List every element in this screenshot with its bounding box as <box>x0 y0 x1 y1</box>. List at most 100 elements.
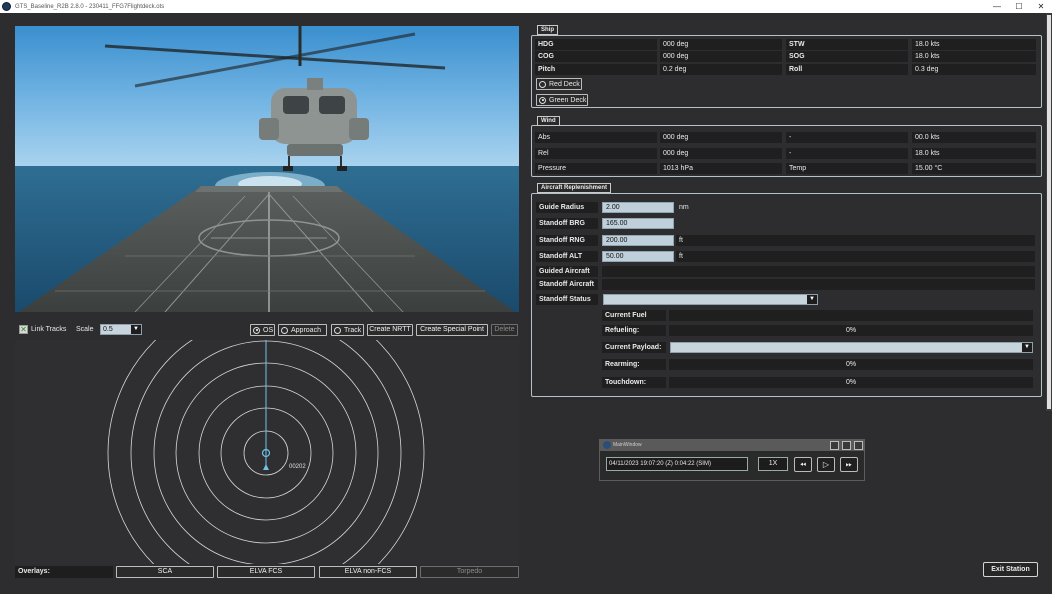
delete-button[interactable]: Delete <box>491 324 518 336</box>
ship-roll-value: 0.3 deg <box>912 64 1036 75</box>
rewind-button[interactable]: ⏪︎ <box>794 457 812 472</box>
overlay-sca-button[interactable]: SCA <box>116 566 214 578</box>
green-deck-label: Green Deck <box>549 96 587 104</box>
close-button[interactable] <box>854 441 863 450</box>
temp-label: Temp <box>786 163 908 174</box>
standoff-alt-unit: ft <box>676 251 1035 262</box>
playback-titlebar[interactable]: MainWindow <box>600 440 864 451</box>
play-button[interactable]: ▷ <box>817 457 835 472</box>
fast-forward-icon: ⏩︎ <box>845 460 853 469</box>
standoff-rng-input[interactable]: 200.00 <box>602 235 674 246</box>
current-fuel-label: Current Fuel <box>602 310 666 321</box>
guide-radius-input[interactable]: 2.00 <box>602 202 674 213</box>
aircraft-replenishment-title: Aircraft Replenishment <box>537 183 612 193</box>
ship-sog-value: 18.0 kts <box>912 51 1036 62</box>
chevron-down-icon: ▼ <box>1022 343 1032 352</box>
ship-stw-value: 18.0 kts <box>912 39 1036 50</box>
chevron-down-icon: ▼ <box>807 295 817 304</box>
scrollbar[interactable] <box>1046 13 1052 411</box>
fast-forward-button[interactable]: ⏩︎ <box>840 457 858 472</box>
playback-window: MainWindow 04/11/2023 19:07:20 (Z) 0:04:… <box>599 439 865 481</box>
radar-display[interactable]: 00202 <box>15 340 519 564</box>
red-deck-label: Red Deck <box>549 80 580 88</box>
pressure-label: Pressure <box>535 163 657 174</box>
wind-panel-title: Wind <box>537 116 560 126</box>
simulation-timestamp: 04/11/2023 19:07:20 (Z) 0:04:22 (SIM) <box>606 457 748 471</box>
track-radio[interactable]: Track <box>331 324 364 336</box>
standoff-alt-input[interactable]: 50.00 <box>602 251 674 262</box>
touchdown-label: Touchdown: <box>602 377 666 388</box>
ship-panel-title: Ship <box>537 25 558 35</box>
scale-select[interactable]: 0.5 ▼ <box>100 324 142 335</box>
touchdown-progress: 0% <box>669 377 1033 388</box>
overlay-elva-fcs-button[interactable]: ELVA FCS <box>217 566 315 578</box>
app-icon <box>603 441 611 449</box>
guided-aircraft-value <box>602 266 1035 277</box>
flight-deck-3d-view[interactable] <box>15 26 519 312</box>
ship-cog-value: 000 deg <box>660 51 782 62</box>
radio-icon <box>334 326 341 334</box>
red-deck-radio[interactable]: Red Deck <box>536 78 582 90</box>
ship-hdg-label: HDG <box>535 39 657 50</box>
playback-window-title: MainWindow <box>613 442 642 448</box>
wind-rel-direction: 000 deg <box>660 148 782 159</box>
playback-speed[interactable]: 1X <box>758 457 788 471</box>
rearming-progress: 0% <box>669 359 1033 370</box>
chevron-down-icon: ▼ <box>131 325 141 334</box>
standoff-brg-input[interactable]: 165.00 <box>602 218 674 229</box>
wind-abs-speed: 00.0 kts <box>912 132 1036 143</box>
ship-pitch-label: Pitch <box>535 64 657 75</box>
play-icon: ▷ <box>822 460 830 469</box>
app-icon <box>2 2 11 11</box>
link-tracks-checkbox[interactable]: ✕ <box>19 324 28 335</box>
aircraft-icon <box>263 464 269 470</box>
wind-rel-speed: 18.0 kts <box>912 148 1036 159</box>
standoff-rng-unit: ft <box>676 235 1035 246</box>
pressure-value: 1013 hPa <box>660 163 782 174</box>
standoff-aircraft-label: Standoff Aircraft <box>536 279 598 290</box>
rearming-label: Rearming: <box>602 359 666 370</box>
standoff-rng-label: Standoff RNG <box>536 235 598 246</box>
approach-radio[interactable]: Approach <box>278 324 327 336</box>
guided-aircraft-label: Guided Aircraft <box>536 266 598 277</box>
create-nrtt-button[interactable]: Create NRTT <box>367 324 413 336</box>
wind-abs-label: Abs <box>535 132 657 143</box>
ship-stw-label: STW <box>786 39 908 50</box>
exit-station-button[interactable]: Exit Station <box>983 562 1038 577</box>
contact-label: 00202 <box>289 464 306 470</box>
guide-radius-label: Guide Radius <box>536 202 598 213</box>
ship-hdg-value: 000 deg <box>660 39 782 50</box>
refueling-progress: 0% <box>669 325 1033 336</box>
minimize-button[interactable] <box>830 441 839 450</box>
os-label: OS <box>263 326 274 334</box>
ship-sog-label: SOG <box>786 51 908 62</box>
standoff-aircraft-value <box>602 279 1035 290</box>
os-radio[interactable]: OS <box>250 324 275 336</box>
overlays-label: Overlays: <box>15 566 113 578</box>
maximize-button[interactable]: ☐ <box>1008 2 1030 11</box>
standoff-alt-label: Standoff ALT <box>536 251 598 262</box>
current-payload-label: Current Payload: <box>602 342 666 353</box>
radio-icon <box>539 96 546 104</box>
scale-label: Scale <box>76 326 94 333</box>
standoff-status-select[interactable]: ▼ <box>603 294 818 305</box>
overlay-elva-non-fcs-button[interactable]: ELVA non-FCS <box>319 566 417 578</box>
create-special-point-button[interactable]: Create Special Point <box>416 324 488 336</box>
current-fuel-value <box>669 310 1033 321</box>
guide-radius-unit: nm <box>679 204 689 211</box>
link-tracks-label: Link Tracks <box>31 326 67 333</box>
track-label: Track <box>344 326 362 334</box>
maximize-button[interactable] <box>842 441 851 450</box>
wind-abs-separator: - <box>786 132 908 143</box>
window-titlebar: GTS_Baseline_R2B 2.8.0 - 230411_FFG7Flig… <box>0 0 1052 13</box>
minimize-button[interactable]: — <box>986 2 1008 11</box>
scale-value: 0.5 <box>103 326 113 333</box>
overlay-torpedo-button[interactable]: Torpedo <box>420 566 519 578</box>
ship-cog-label: COG <box>535 51 657 62</box>
current-payload-select[interactable]: ▼ <box>670 342 1033 353</box>
scrollbar-thumb[interactable] <box>1047 15 1051 409</box>
approach-label: Approach <box>291 326 321 334</box>
close-button[interactable]: ✕ <box>1030 2 1052 11</box>
green-deck-radio[interactable]: Green Deck <box>536 94 588 106</box>
standoff-status-label: Standoff Status <box>536 294 598 305</box>
